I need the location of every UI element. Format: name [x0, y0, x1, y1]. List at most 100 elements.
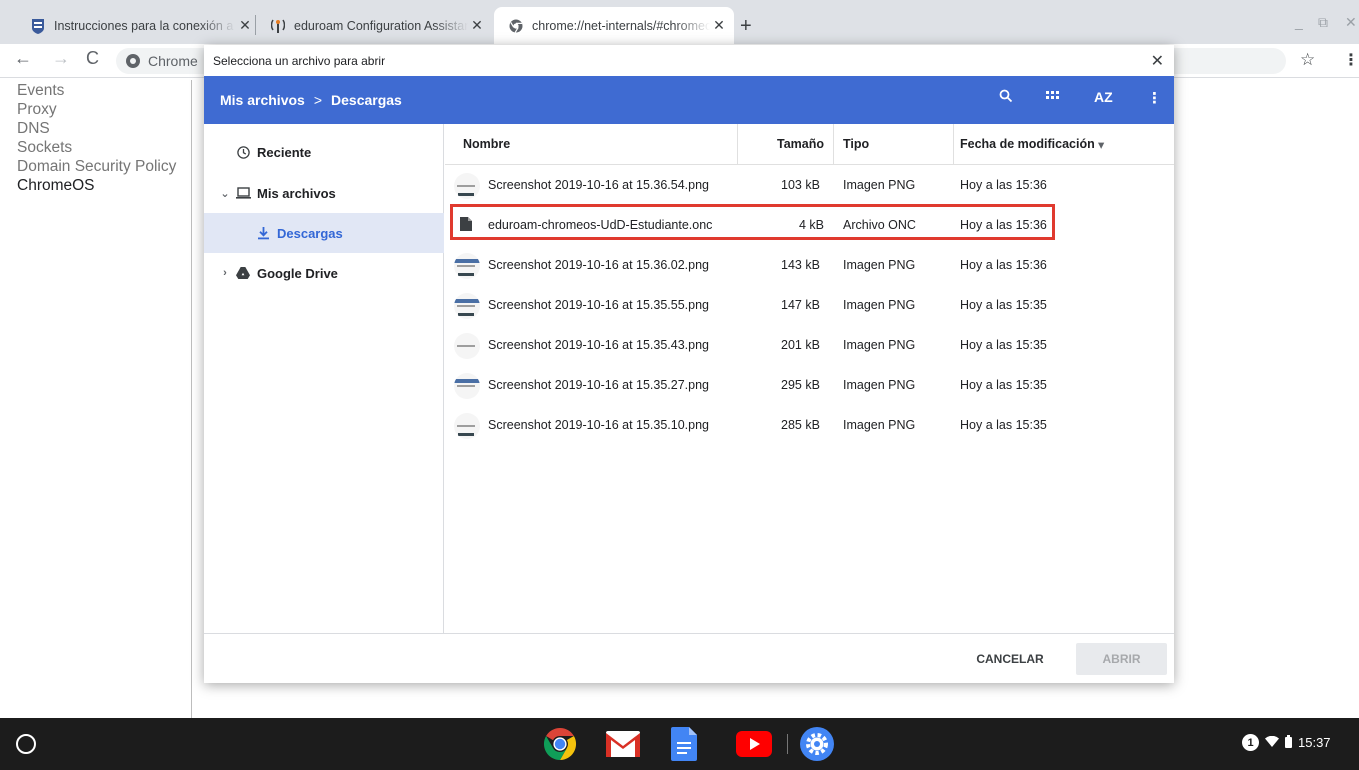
- nav-item-sockets[interactable]: Sockets: [0, 138, 191, 157]
- nav-item-dns[interactable]: DNS: [0, 119, 191, 138]
- file-row[interactable]: Screenshot 2019-10-16 at 15.35.27.png 29…: [445, 365, 1174, 405]
- breadcrumb-separator: >: [313, 92, 323, 108]
- breadcrumb-downloads[interactable]: Descargas: [331, 92, 402, 108]
- tab-eduroam[interactable]: eduroam Configuration Assistant ✕: [256, 7, 492, 44]
- file-modified: Hoy a las 15:35: [960, 378, 1047, 392]
- tab-instrucciones[interactable]: Instrucciones para la conexión a ✕: [16, 7, 260, 44]
- shelf: 1 15:37: [0, 718, 1359, 770]
- wifi-icon: [1265, 735, 1279, 750]
- sidebar-item-label: Descargas: [277, 225, 343, 241]
- close-tab-icon[interactable]: ✕: [236, 17, 254, 34]
- download-icon: [255, 225, 271, 241]
- file-list: Nombre Tamaño Tipo Fecha de modificación…: [445, 124, 1174, 633]
- nav-item-proxy[interactable]: Proxy: [0, 100, 191, 119]
- clock-time: 15:37: [1298, 735, 1331, 750]
- youtube-icon[interactable]: [734, 724, 774, 764]
- chrome-icon[interactable]: [540, 724, 580, 764]
- restore-icon[interactable]: ⧉: [1318, 14, 1328, 31]
- browser-menu-icon[interactable]: ⋮: [1343, 50, 1359, 70]
- sort-icon[interactable]: AZ: [1094, 89, 1113, 105]
- launcher-button[interactable]: [16, 734, 36, 754]
- column-type[interactable]: Tipo: [843, 137, 869, 151]
- file-size: 143 kB: [781, 258, 820, 272]
- file-name: Screenshot 2019-10-16 at 15.35.55.png: [488, 298, 710, 312]
- nav-item-domain-security-policy[interactable]: Domain Security Policy: [0, 157, 191, 176]
- file-modified: Hoy a las 15:35: [960, 298, 1047, 312]
- sidebar-item-downloads[interactable]: Descargas: [204, 213, 444, 253]
- file-type: Imagen PNG: [843, 418, 916, 432]
- file-row[interactable]: Screenshot 2019-10-16 at 15.35.55.png 14…: [445, 285, 1174, 325]
- sidebar-item-recent[interactable]: Reciente: [204, 132, 444, 172]
- new-tab-button[interactable]: +: [740, 15, 752, 38]
- sidebar-item-my-files[interactable]: ⌄ Mis archivos: [204, 173, 444, 213]
- tab-title: eduroam Configuration Assistant: [294, 18, 468, 33]
- file-name: Screenshot 2019-10-16 at 15.35.10.png: [488, 418, 710, 432]
- more-options-icon[interactable]: ⋮: [1147, 89, 1162, 107]
- open-button[interactable]: ABRIR: [1076, 643, 1167, 675]
- clock-icon: [235, 144, 251, 160]
- forward-button[interactable]: →: [52, 48, 70, 69]
- file-name: Screenshot 2019-10-16 at 15.35.43.png: [488, 338, 710, 352]
- file-list-header: Nombre Tamaño Tipo Fecha de modificación…: [445, 124, 1174, 165]
- file-row[interactable]: Screenshot 2019-10-16 at 15.35.10.png 28…: [445, 405, 1174, 445]
- file-row[interactable]: Screenshot 2019-10-16 at 15.35.43.png 20…: [445, 325, 1174, 365]
- column-divider: [737, 124, 738, 164]
- chrome-page-icon: [508, 18, 524, 34]
- close-icon[interactable]: ✕: [1151, 51, 1164, 71]
- column-divider: [953, 124, 954, 164]
- file-name: Screenshot 2019-10-16 at 15.36.02.png: [488, 258, 710, 272]
- nav-item-events[interactable]: Events: [0, 81, 191, 100]
- shelf-divider: [787, 734, 788, 754]
- docs-icon[interactable]: [664, 724, 704, 764]
- image-thumbnail: [454, 333, 480, 359]
- sidebar-item-label: Google Drive: [257, 265, 338, 281]
- file-type: Imagen PNG: [843, 178, 916, 192]
- tab-strip: Instrucciones para la conexión a ✕ eduro…: [0, 0, 1359, 44]
- sidebar-item-label: Reciente: [257, 144, 312, 160]
- settings-icon[interactable]: [797, 724, 837, 764]
- file-name: Screenshot 2019-10-16 at 15.35.27.png: [488, 378, 710, 392]
- file-name: Screenshot 2019-10-16 at 15.36.54.png: [488, 178, 710, 192]
- sort-descending-icon[interactable]: ▾: [1098, 137, 1104, 152]
- tab-net-internals[interactable]: chrome://net-internals/#chromeos ✕: [494, 7, 734, 44]
- university-icon: [30, 18, 46, 34]
- breadcrumb-my-files[interactable]: Mis archivos: [220, 92, 305, 108]
- image-thumbnail: [454, 373, 480, 399]
- notification-count-badge: 1: [1242, 734, 1259, 751]
- reload-button[interactable]: C: [86, 48, 99, 69]
- file-type: Archivo ONC: [843, 218, 916, 232]
- file-modified: Hoy a las 15:35: [960, 338, 1047, 352]
- sidebar-item-google-drive[interactable]: › Google Drive: [204, 253, 444, 293]
- file-row-onc[interactable]: eduroam-chromeos-UdD-Estudiante.onc 4 kB…: [445, 205, 1174, 245]
- chevron-down-icon[interactable]: ⌄: [217, 187, 233, 200]
- column-name[interactable]: Nombre: [463, 137, 510, 151]
- file-modified: Hoy a las 15:36: [960, 258, 1047, 272]
- status-tray[interactable]: 1 15:37: [1242, 734, 1331, 751]
- search-icon[interactable]: [999, 89, 1013, 107]
- file-row[interactable]: Screenshot 2019-10-16 at 15.36.54.png 10…: [445, 165, 1174, 205]
- image-thumbnail: [454, 413, 480, 439]
- file-size: 285 kB: [781, 418, 820, 432]
- minimize-icon[interactable]: _: [1295, 14, 1303, 30]
- gmail-icon[interactable]: [603, 724, 643, 764]
- google-drive-icon: [235, 265, 251, 281]
- image-thumbnail: [454, 293, 480, 319]
- file-row[interactable]: Screenshot 2019-10-16 at 15.36.02.png 14…: [445, 245, 1174, 285]
- column-divider: [833, 124, 834, 164]
- cancel-button[interactable]: CANCELAR: [967, 643, 1053, 675]
- file-modified: Hoy a las 15:36: [960, 178, 1047, 192]
- chevron-right-icon[interactable]: ›: [217, 267, 233, 279]
- bookmark-star-icon[interactable]: ☆: [1300, 50, 1315, 70]
- file-size: 147 kB: [781, 298, 820, 312]
- file-size: 4 kB: [799, 218, 825, 232]
- dialog-title: Selecciona un archivo para abrir: [213, 53, 386, 68]
- back-button[interactable]: ←: [14, 48, 32, 69]
- nav-item-chromeos[interactable]: ChromeOS: [0, 176, 191, 195]
- close-tab-icon[interactable]: ✕: [710, 17, 728, 34]
- battery-icon: [1285, 734, 1292, 751]
- close-window-icon[interactable]: ✕: [1345, 14, 1357, 31]
- grid-view-icon[interactable]: [1046, 89, 1060, 106]
- close-tab-icon[interactable]: ✕: [468, 17, 486, 34]
- column-modified[interactable]: Fecha de modificación: [960, 137, 1095, 151]
- column-size[interactable]: Tamaño: [777, 137, 824, 151]
